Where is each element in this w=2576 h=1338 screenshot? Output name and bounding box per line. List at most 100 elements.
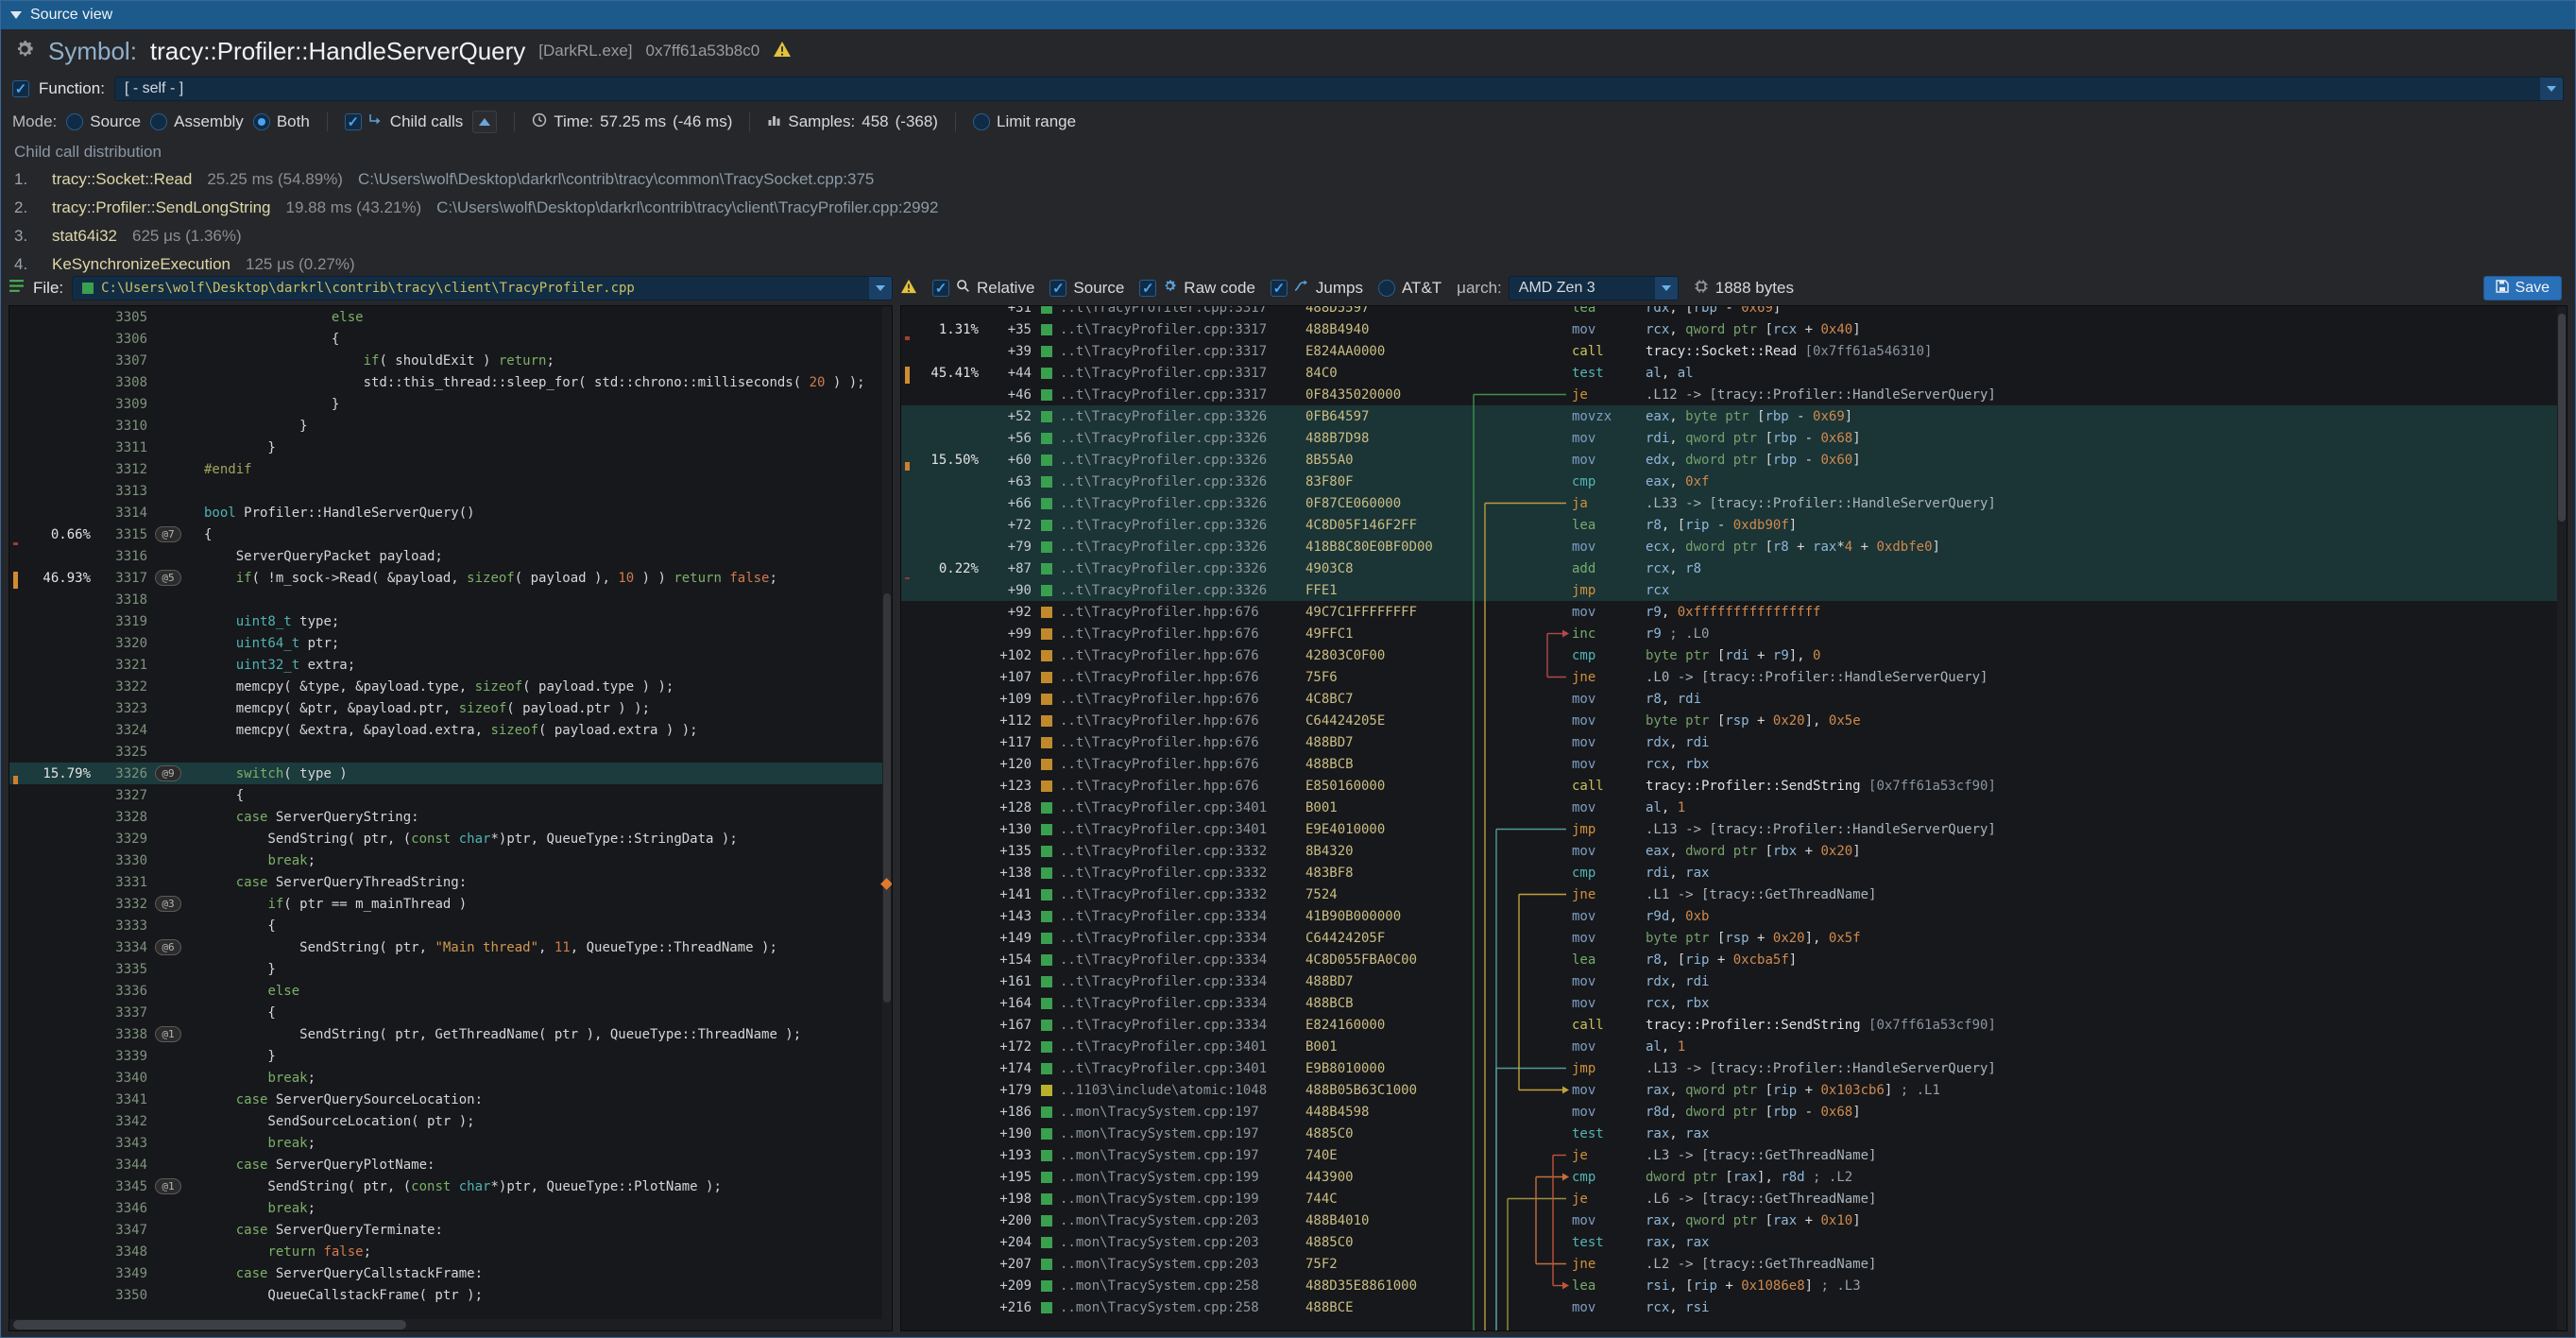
collapse-icon[interactable] [10, 11, 22, 19]
asm-row[interactable]: +120..t\TracyProfiler.hpp:676488BCBmovrc… [901, 753, 2567, 775]
source-line[interactable]: 3332@3 if( ptr == m_mainThread ) [9, 893, 892, 915]
asm-row[interactable]: +92..t\TracyProfiler.hpp:67649C7C1FFFFFF… [901, 601, 2567, 623]
asm-row[interactable]: +154..t\TracyProfiler.cpp:33344C8D055FBA… [901, 949, 2567, 970]
raw-code-toggle[interactable]: Raw code [1139, 279, 1255, 298]
source-line[interactable]: 3321 uint32_t extra; [9, 654, 892, 676]
asm-row[interactable]: +117..t\TracyProfiler.hpp:676488BD7movrd… [901, 731, 2567, 753]
asm-row[interactable]: +46..t\TracyProfiler.cpp:33170F843502000… [901, 384, 2567, 405]
asm-row[interactable]: +167..t\TracyProfiler.cpp:3334E824160000… [901, 1014, 2567, 1036]
asm-row[interactable]: +198..mon\TracySystem.cpp:199744Cje.L6 -… [901, 1188, 2567, 1209]
asm-row[interactable]: 45.41%+44..t\TracyProfiler.cpp:331784C0t… [901, 362, 2567, 384]
asm-row[interactable]: +186..mon\TracySystem.cpp:197448B4598mov… [901, 1101, 2567, 1123]
asm-row[interactable]: +179..1103\include\atomic:1048488B05B63C… [901, 1079, 2567, 1101]
asm-row[interactable]: +130..t\TracyProfiler.cpp:3401E9E4010000… [901, 818, 2567, 840]
asm-row[interactable]: +52..t\TracyProfiler.cpp:33260FB64597mov… [901, 405, 2567, 427]
source-line[interactable]: 3306 { [9, 328, 892, 350]
source-checkbox[interactable] [1049, 280, 1066, 297]
source-line[interactable]: 3316 ServerQueryPacket payload; [9, 545, 892, 567]
source-line[interactable]: 3322 memcpy( &type, &payload.type, sizeo… [9, 676, 892, 697]
source-line[interactable]: 3333 { [9, 915, 892, 936]
child-call-row[interactable]: 3.stat64i32625 μs (1.36%) [14, 222, 2562, 250]
asm-row[interactable]: +174..t\TracyProfiler.cpp:3401E9B8010000… [901, 1057, 2567, 1079]
source-line[interactable]: 3309 } [9, 393, 892, 415]
source-line[interactable]: 3340 break; [9, 1067, 892, 1089]
asm-row[interactable]: +135..t\TracyProfiler.cpp:33328B4320move… [901, 840, 2567, 862]
source-horizontal-scrollbar[interactable] [9, 1319, 882, 1330]
jumps-checkbox[interactable] [1271, 280, 1288, 297]
source-line[interactable]: 3310 } [9, 415, 892, 437]
jumps-toggle[interactable]: Jumps [1271, 279, 1363, 298]
scrollbar-thumb[interactable] [13, 1320, 406, 1329]
asm-row[interactable]: +172..t\TracyProfiler.cpp:3401B001moval,… [901, 1036, 2567, 1057]
chevron-down-icon[interactable] [1655, 277, 1678, 300]
asm-row[interactable]: +109..t\TracyProfiler.hpp:6764C8BC7movr8… [901, 688, 2567, 710]
source-line[interactable]: 3320 uint64_t ptr; [9, 632, 892, 654]
asm-row[interactable]: +56..t\TracyProfiler.cpp:3326488B7D98mov… [901, 427, 2567, 449]
source-line[interactable]: 3313 [9, 480, 892, 502]
titlebar[interactable]: Source view [1, 1, 2575, 29]
function-select[interactable]: [ - self - ] [114, 77, 2564, 101]
source-line[interactable]: 3342 SendSourceLocation( ptr ); [9, 1110, 892, 1132]
file-path-select[interactable]: C:\Users\wolf\Desktop\darkrl\contrib\tra… [72, 276, 893, 300]
radio-icon[interactable] [66, 113, 83, 130]
source-line[interactable]: 3311 } [9, 437, 892, 458]
asm-row[interactable]: +107..t\TracyProfiler.hpp:67675F6jne.L0 … [901, 666, 2567, 688]
asm-row[interactable]: +123..t\TracyProfiler.hpp:676E850160000c… [901, 775, 2567, 797]
source-line[interactable]: 3343 break; [9, 1132, 892, 1154]
source-line[interactable]: 3318 [9, 589, 892, 610]
asm-row[interactable]: +141..t\TracyProfiler.cpp:33327524jne.L1… [901, 883, 2567, 905]
radio-icon[interactable] [253, 113, 270, 130]
asm-row[interactable]: +149..t\TracyProfiler.cpp:3334C64424205F… [901, 927, 2567, 949]
source-vertical-scrollbar[interactable] [882, 306, 892, 1330]
source-line[interactable]: 3349 case ServerQueryCallstackFrame: [9, 1262, 892, 1284]
asm-row[interactable]: +161..t\TracyProfiler.cpp:3334488BD7movr… [901, 970, 2567, 992]
source-line[interactable]: 3308 std::this_thread::sleep_for( std::c… [9, 371, 892, 393]
source-line[interactable]: 3339 } [9, 1045, 892, 1067]
child-call-row[interactable]: 1.tracy::Socket::Read25.25 ms (54.89%)C:… [14, 165, 2562, 194]
source-line[interactable]: 3341 case ServerQuerySourceLocation: [9, 1089, 892, 1110]
source-line[interactable]: 3319 uint8_t type; [9, 610, 892, 632]
scrollbar-thumb[interactable] [883, 593, 891, 1004]
asm-row[interactable]: +190..mon\TracySystem.cpp:1974885C0testr… [901, 1123, 2567, 1144]
asm-row[interactable]: +39..t\TracyProfiler.cpp:3317E824AA0000c… [901, 340, 2567, 362]
limit-range-checkbox[interactable] [973, 113, 990, 130]
asm-row[interactable]: 15.50%+60..t\TracyProfiler.cpp:33268B55A… [901, 449, 2567, 471]
source-line[interactable]: 3336 else [9, 980, 892, 1002]
source-line[interactable]: 3335 } [9, 958, 892, 980]
asm-row[interactable]: +102..t\TracyProfiler.hpp:67642803C0F00c… [901, 644, 2567, 666]
child-calls-checkbox[interactable] [345, 113, 362, 130]
asm-row[interactable]: +66..t\TracyProfiler.cpp:33260F87CE06000… [901, 492, 2567, 514]
child-call-row[interactable]: 2.tracy::Profiler::SendLongString19.88 m… [14, 194, 2562, 222]
asm-row[interactable]: 1.31%+35..t\TracyProfiler.cpp:3317488B49… [901, 318, 2567, 340]
relative-checkbox[interactable] [932, 280, 949, 297]
asm-row[interactable]: +193..mon\TracySystem.cpp:197740Eje.L3 -… [901, 1144, 2567, 1166]
source-line[interactable]: 3314bool Profiler::HandleServerQuery() [9, 502, 892, 523]
chevron-down-icon[interactable] [869, 277, 892, 300]
asm-row[interactable]: +207..mon\TracySystem.cpp:20375F2jne.L2 … [901, 1253, 2567, 1275]
radio-mode-assembly[interactable]: Assembly [150, 112, 244, 131]
asm-row[interactable]: +143..t\TracyProfiler.cpp:333441B90B0000… [901, 905, 2567, 927]
source-line[interactable]: 3307 if( shouldExit ) return; [9, 350, 892, 371]
att-toggle[interactable]: AT&T [1378, 279, 1442, 298]
asm-row[interactable]: +31..t\TracyProfiler.cpp:3317488D5597lea… [901, 305, 2567, 318]
source-line[interactable]: 3323 memcpy( &ptr, &payload.ptr, sizeof(… [9, 697, 892, 719]
raw-code-checkbox[interactable] [1139, 280, 1156, 297]
source-line[interactable]: 3327 { [9, 784, 892, 806]
source-line[interactable]: 3324 memcpy( &extra, &payload.extra, siz… [9, 719, 892, 741]
source-line[interactable]: 3334@6 SendString( ptr, "Main thread", 1… [9, 936, 892, 958]
asm-row[interactable]: +99..t\TracyProfiler.hpp:67649FFC1incr9 … [901, 623, 2567, 644]
source-line[interactable]: 3344 case ServerQueryPlotName: [9, 1154, 892, 1175]
asm-row[interactable]: +72..t\TracyProfiler.cpp:33264C8D05F146F… [901, 514, 2567, 536]
scrollbar-thumb[interactable] [2558, 314, 2566, 522]
relative-toggle[interactable]: Relative [932, 279, 1034, 298]
file-list-icon[interactable] [9, 279, 25, 298]
function-checkbox[interactable] [12, 80, 29, 97]
source-line[interactable]: 3337 { [9, 1002, 892, 1023]
radio-mode-both[interactable]: Both [253, 112, 310, 131]
source-toggle[interactable]: Source [1049, 279, 1124, 298]
source-line[interactable]: 3329 SendString( ptr, (const char*)ptr, … [9, 828, 892, 849]
save-button[interactable]: Save [2483, 276, 2562, 300]
source-line[interactable]: 3338@1 SendString( ptr, GetThreadName( p… [9, 1023, 892, 1045]
source-line[interactable]: 3346 break; [9, 1197, 892, 1219]
asm-row[interactable]: +138..t\TracyProfiler.cpp:3332483BF8cmpr… [901, 862, 2567, 883]
